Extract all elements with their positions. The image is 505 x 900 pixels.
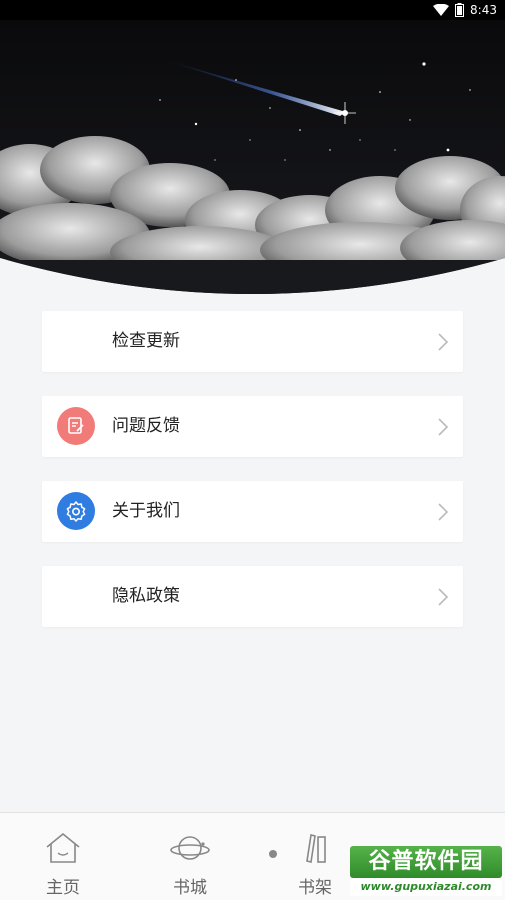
status-time: 8:43	[470, 3, 497, 17]
chevron-right-icon	[438, 333, 449, 351]
chevron-right-icon	[438, 418, 449, 436]
nav-label-home: 主页	[46, 878, 80, 898]
menu-item-label: 关于我们	[112, 501, 180, 521]
wifi-icon	[433, 4, 450, 16]
bookshelf-icon	[306, 834, 326, 863]
watermark-logo: 谷普软件园 www.gupuxiazai.com	[350, 846, 502, 896]
status-bar: 8:43	[0, 0, 505, 20]
planet-icon	[170, 836, 210, 860]
notification-dot	[269, 850, 277, 858]
chevron-right-icon	[438, 588, 449, 606]
menu-item-label: 检查更新	[112, 331, 180, 351]
menu-item-feedback[interactable]: 问题反馈	[42, 396, 463, 457]
nav-label-bookshelf: 书架	[298, 878, 332, 898]
menu-item-label: 隐私政策	[112, 586, 180, 606]
menu-item-label: 问题反馈	[112, 416, 180, 436]
nav-item-bookshelf[interactable]: 书架	[270, 813, 360, 900]
gear-icon	[57, 492, 95, 530]
feedback-icon	[57, 407, 95, 445]
nav-item-home[interactable]: 主页	[18, 813, 108, 900]
header-night-sky-image	[0, 20, 505, 294]
chevron-right-icon	[438, 503, 449, 521]
battery-icon	[455, 3, 465, 17]
watermark-url: www.gupuxiazai.com	[350, 878, 502, 896]
status-indicators: 8:43	[433, 0, 497, 20]
menu-item-about-us[interactable]: 关于我们	[42, 481, 463, 542]
watermark-title: 谷普软件园	[350, 846, 502, 878]
nav-label-bookstore: 书城	[173, 878, 207, 898]
menu-item-privacy-policy[interactable]: 隐私政策	[42, 566, 463, 627]
menu-item-check-update[interactable]: 检查更新	[42, 311, 463, 372]
nav-item-bookstore[interactable]: 书城	[145, 813, 235, 900]
home-icon	[46, 832, 80, 863]
